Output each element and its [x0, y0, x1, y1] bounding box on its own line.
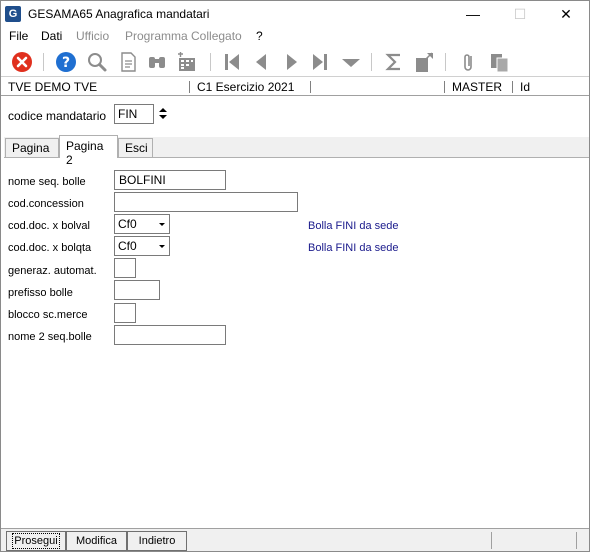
tab-pagina-1[interactable]: Pagina 1: [5, 138, 59, 169]
copy-icon[interactable]: [487, 49, 513, 75]
help-icon[interactable]: ?: [53, 49, 79, 75]
codice-mandatario-label: codice mandatario: [8, 109, 107, 123]
document-icon[interactable]: [115, 49, 141, 75]
tab-label: Esci: [125, 141, 148, 155]
status-separator: [310, 81, 311, 93]
window-title: GESAMA65 Anagrafica mandatari: [28, 7, 210, 21]
app-window: G GESAMA65 Anagrafica mandatari — ☐ ✕ Fi…: [0, 0, 590, 552]
last-record-icon[interactable]: [307, 49, 333, 75]
calculator-icon[interactable]: [174, 49, 200, 75]
codice-mandatario-input[interactable]: FIN: [114, 104, 154, 124]
cod-doc-bolqta-value: Cf0: [118, 239, 137, 253]
cod-doc-bolval-select[interactable]: Cf0: [114, 214, 170, 234]
next-record-icon[interactable]: [279, 49, 305, 75]
nome-2-seq-bolle-input[interactable]: [114, 325, 226, 345]
nome-seq-bolle-input[interactable]: BOLFINI: [114, 170, 226, 190]
status-separator: [444, 81, 445, 93]
blocco-sc-merce-label: blocco sc.merce: [8, 309, 88, 321]
toolbar-separator: [371, 53, 372, 71]
status-company: TVE DEMO TVE: [8, 80, 98, 94]
generaz-automat-input[interactable]: [114, 258, 136, 278]
toolbar-separator: [210, 53, 211, 71]
menu-ufficio[interactable]: Ufficio: [76, 29, 109, 43]
bottom-button-bar: Prosegui Modifica Indietro: [1, 528, 589, 551]
status-row: TVE DEMO TVE C1 Esercizio 2021 MASTER Id: [1, 78, 589, 96]
status-separator: [576, 532, 577, 549]
status-field: Id: [520, 80, 531, 94]
maximize-button[interactable]: ☐: [497, 1, 543, 28]
status-period: C1 Esercizio 2021: [197, 80, 295, 94]
modifica-button[interactable]: Modifica: [66, 531, 127, 551]
blocco-sc-merce-input[interactable]: [114, 303, 136, 323]
close-window-button[interactable]: ✕: [543, 1, 589, 28]
close-red-icon[interactable]: [9, 49, 35, 75]
attach-icon[interactable]: [456, 49, 482, 75]
app-logo-icon: G: [5, 6, 21, 22]
cod-doc-bolval-value: Cf0: [118, 217, 137, 231]
prosegui-button[interactable]: Prosegui: [6, 531, 66, 551]
indietro-label: Indietro: [138, 535, 176, 547]
menu-help[interactable]: ?: [256, 29, 263, 43]
chevron-down-icon[interactable]: [155, 215, 169, 233]
tab-pagina-2[interactable]: Pagina 2: [59, 135, 118, 167]
nome-2-seq-bolle-label: nome 2 seq.bolle: [8, 331, 92, 343]
toolbar-separator: [43, 53, 44, 71]
cod-doc-bolqta-select[interactable]: Cf0: [114, 236, 170, 256]
menu-bar: File Dati Ufficio Programma Collegato ?: [1, 28, 589, 47]
previous-record-icon[interactable]: [248, 49, 274, 75]
search-icon[interactable]: [84, 49, 110, 75]
prosegui-label: Prosegui: [12, 533, 60, 549]
menu-file[interactable]: File: [9, 29, 28, 43]
binoculars-icon[interactable]: [144, 49, 170, 75]
minimize-button[interactable]: —: [450, 1, 496, 28]
status-separator: [512, 81, 513, 93]
first-record-icon[interactable]: [219, 49, 245, 75]
cod-concession-input[interactable]: [114, 192, 298, 212]
nome-seq-bolle-label: nome seq. bolle: [8, 176, 86, 188]
cod-concession-label: cod.concession: [8, 198, 84, 210]
generaz-automat-label: generaz. automat.: [8, 265, 97, 277]
prefisso-bolle-label: prefisso bolle: [8, 287, 73, 299]
pages-icon[interactable]: [411, 49, 437, 75]
svg-text:?: ?: [62, 55, 70, 71]
sum-icon[interactable]: [381, 49, 407, 75]
menu-dati[interactable]: Dati: [41, 29, 62, 43]
dropdown-arrow-icon[interactable]: [338, 49, 364, 75]
title-bar: G GESAMA65 Anagrafica mandatari — ☐ ✕: [1, 1, 589, 28]
modifica-label: Modifica: [76, 535, 117, 547]
toolbar: ?: [1, 47, 589, 77]
cod-doc-bolval-label: cod.doc. x bolval: [8, 220, 90, 232]
toolbar-separator: [445, 53, 446, 71]
status-separator: [491, 532, 492, 549]
prefisso-bolle-input[interactable]: [114, 280, 160, 300]
status-separator: [189, 81, 190, 93]
tab-esci[interactable]: Esci: [118, 138, 153, 157]
chevron-down-icon[interactable]: [155, 237, 169, 255]
spinner-icon[interactable]: [157, 107, 169, 121]
cod-doc-bolqta-label: cod.doc. x bolqta: [8, 242, 92, 254]
status-user: MASTER: [452, 80, 503, 94]
cod-doc-bolqta-description: Bolla FINI da sede: [308, 242, 399, 254]
cod-doc-bolval-description: Bolla FINI da sede: [308, 220, 399, 232]
indietro-button[interactable]: Indietro: [127, 531, 187, 551]
menu-programma-collegato[interactable]: Programma Collegato: [125, 29, 242, 43]
